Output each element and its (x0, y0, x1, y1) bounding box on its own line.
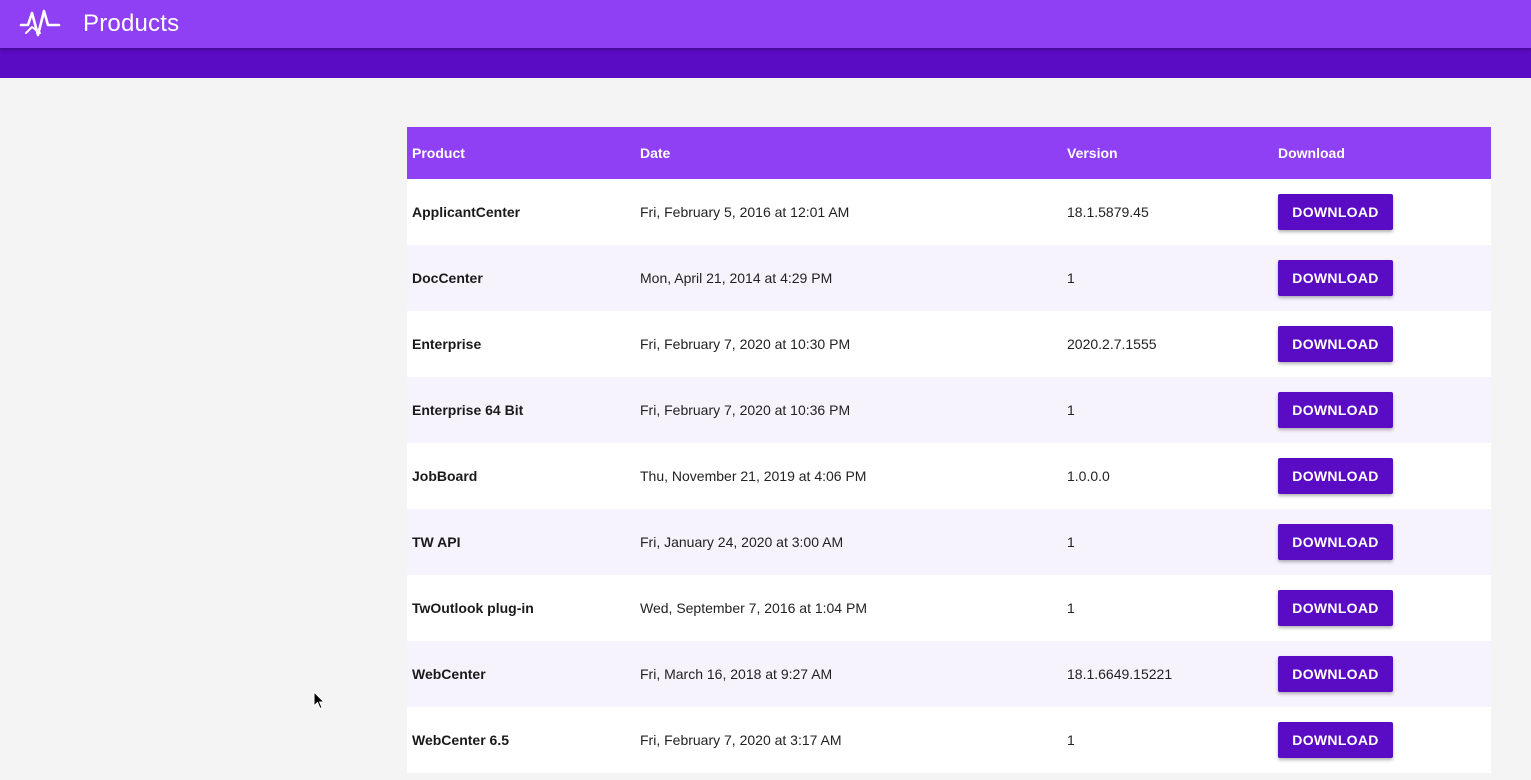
table-row: TwOutlook plug-in Wed, September 7, 2016… (407, 575, 1491, 641)
page-title: Products (83, 10, 180, 37)
version-cell: 18.1.6649.15221 (1067, 666, 1173, 682)
column-header-version[interactable]: Version (1062, 127, 1273, 179)
table-header-row: Product Date Version Download (407, 127, 1491, 179)
download-cell: DOWNLOAD (1273, 641, 1491, 707)
date-cell: Wed, September 7, 2016 at 1:04 PM (640, 600, 867, 616)
product-name-cell: JobBoard (412, 468, 478, 484)
table-row: WebCenter Fri, March 16, 2018 at 9:27 AM… (407, 641, 1491, 707)
version-cell: 1.0.0.0 (1067, 468, 1110, 484)
download-cell: DOWNLOAD (1273, 311, 1491, 377)
download-button[interactable]: DOWNLOAD (1278, 590, 1393, 626)
column-header-date[interactable]: Date (635, 127, 1062, 179)
date-cell: Fri, January 24, 2020 at 3:00 AM (640, 534, 844, 550)
secondary-toolbar (0, 48, 1531, 78)
table-row: JobBoard Thu, November 21, 2019 at 4:06 … (407, 443, 1491, 509)
product-name-cell: DocCenter (412, 270, 483, 286)
table-row: Enterprise Fri, February 7, 2020 at 10:3… (407, 311, 1491, 377)
product-name-cell: WebCenter (412, 666, 486, 682)
waveform-logo-icon[interactable] (18, 5, 62, 41)
product-name-cell: Enterprise (412, 336, 482, 352)
column-header-product[interactable]: Product (407, 127, 635, 179)
date-cell: Fri, February 7, 2020 at 10:30 PM (640, 336, 851, 352)
download-button[interactable]: DOWNLOAD (1278, 524, 1393, 560)
download-button[interactable]: DOWNLOAD (1278, 260, 1393, 296)
version-cell: 2020.2.7.1555 (1067, 336, 1157, 352)
download-cell: DOWNLOAD (1273, 377, 1491, 443)
download-button[interactable]: DOWNLOAD (1278, 458, 1393, 494)
download-cell: DOWNLOAD (1273, 245, 1491, 311)
product-name-cell: TW API (412, 534, 461, 550)
product-name-cell: Enterprise 64 Bit (412, 402, 524, 418)
product-name-cell: ApplicantCenter (412, 204, 521, 220)
date-cell: Thu, November 21, 2019 at 4:06 PM (640, 468, 867, 484)
app-bar: Products (0, 0, 1531, 48)
download-button[interactable]: DOWNLOAD (1278, 656, 1393, 692)
download-cell: DOWNLOAD (1273, 509, 1491, 575)
date-cell: Fri, February 7, 2020 at 10:36 PM (640, 402, 851, 418)
date-cell: Fri, March 16, 2018 at 9:27 AM (640, 666, 833, 682)
version-cell: 1 (1067, 732, 1075, 748)
download-button[interactable]: DOWNLOAD (1278, 326, 1393, 362)
table-row: TW API Fri, January 24, 2020 at 3:00 AM … (407, 509, 1491, 575)
version-cell: 18.1.5879.45 (1067, 204, 1149, 220)
download-button[interactable]: DOWNLOAD (1278, 392, 1393, 428)
column-header-download: Download (1278, 145, 1345, 161)
table-row: ApplicantCenter Fri, February 5, 2016 at… (407, 179, 1491, 245)
products-table-container: Product Date Version Download ApplicantC… (407, 127, 1491, 773)
download-cell: DOWNLOAD (1273, 179, 1491, 245)
table-row: Enterprise 64 Bit Fri, February 7, 2020 … (407, 377, 1491, 443)
products-table: Product Date Version Download ApplicantC… (407, 127, 1491, 773)
version-cell: 1 (1067, 402, 1075, 418)
download-cell: DOWNLOAD (1273, 443, 1491, 509)
table-row: WebCenter 6.5 Fri, February 7, 2020 at 3… (407, 707, 1491, 773)
date-cell: Mon, April 21, 2014 at 4:29 PM (640, 270, 833, 286)
download-cell: DOWNLOAD (1273, 575, 1491, 641)
date-cell: Fri, February 5, 2016 at 12:01 AM (640, 204, 850, 220)
version-cell: 1 (1067, 270, 1075, 286)
download-button[interactable]: DOWNLOAD (1278, 194, 1393, 230)
product-name-cell: WebCenter 6.5 (412, 732, 509, 748)
version-cell: 1 (1067, 600, 1075, 616)
download-button[interactable]: DOWNLOAD (1278, 722, 1393, 758)
download-cell: DOWNLOAD (1273, 707, 1491, 773)
product-name-cell: TwOutlook plug-in (412, 600, 534, 616)
mouse-pointer-icon (313, 690, 326, 710)
table-row: DocCenter Mon, April 21, 2014 at 4:29 PM… (407, 245, 1491, 311)
date-cell: Fri, February 7, 2020 at 3:17 AM (640, 732, 842, 748)
version-cell: 1 (1067, 534, 1075, 550)
